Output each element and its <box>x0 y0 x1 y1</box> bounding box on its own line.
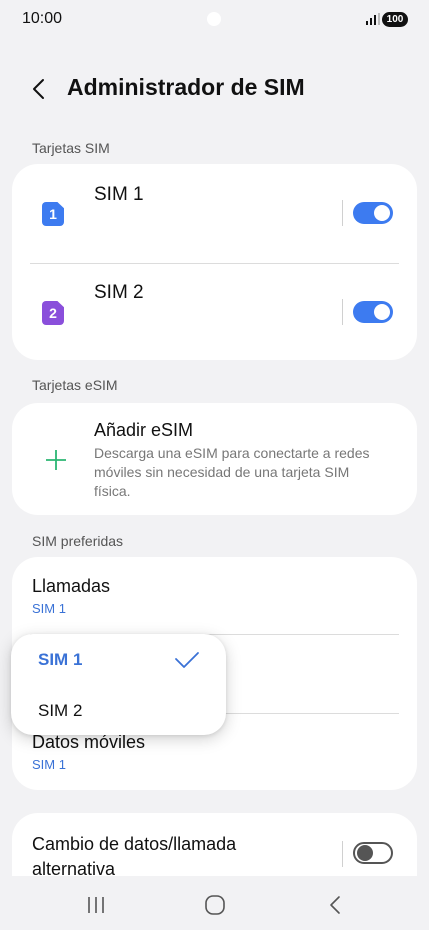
description-line: móviles sin necesidad de una tarjeta SIM <box>94 464 350 480</box>
status-bar: 10:00 100 <box>0 0 429 40</box>
status-time: 10:00 <box>22 10 63 27</box>
section-label-esim-cards: Tarjetas eSIM <box>32 377 118 393</box>
header: Administrador de SIM <box>0 66 429 110</box>
navigation-bar <box>0 876 429 930</box>
sim-select-popup: SIM 1 SIM 2 <box>11 634 226 735</box>
toggle-knob <box>357 845 373 861</box>
plus-icon <box>46 450 66 470</box>
alt-switch-card[interactable]: Cambio de datos/llamada alternativa <box>12 813 417 879</box>
toggle-knob <box>374 304 390 320</box>
toggle-knob <box>374 205 390 221</box>
sim-name: SIM 2 <box>94 282 144 303</box>
checkmark-icon <box>175 652 199 668</box>
signal-icon <box>366 13 380 25</box>
sim-row-2[interactable]: 2 SIM 2 <box>12 264 417 360</box>
sim-row-1[interactable]: 1 SIM 1 <box>12 164 417 263</box>
sim-name: SIM 1 <box>94 184 144 205</box>
add-esim-card[interactable]: Añadir eSIM Descarga una eSIM para conec… <box>12 403 417 515</box>
sim-1-toggle[interactable] <box>353 202 393 224</box>
section-label-sim-cards: Tarjetas SIM <box>32 140 110 156</box>
calls-row[interactable]: Llamadas SIM 1 <box>12 557 417 634</box>
sim-cards-card: 1 SIM 1 2 SIM 2 <box>12 164 417 360</box>
title-line: Cambio de datos/llamada <box>32 834 237 854</box>
alt-switch-title: Cambio de datos/llamada alternativa <box>32 832 236 882</box>
camera-cutout <box>207 12 221 26</box>
back-chevron-icon[interactable] <box>28 76 52 102</box>
calls-title: Llamadas <box>32 576 111 596</box>
popup-option-sim-2[interactable]: SIM 2 <box>38 701 82 721</box>
add-esim-description: Descarga una eSIM para conectarte a rede… <box>94 444 370 501</box>
add-esim-title: Añadir eSIM <box>94 420 194 440</box>
description-line: física. <box>94 483 131 499</box>
recents-icon[interactable] <box>86 896 106 914</box>
sim-2-toggle[interactable] <box>353 301 393 323</box>
section-label-preferred: SIM preferidas <box>32 533 124 549</box>
calls-value: SIM 1 <box>32 601 66 616</box>
popup-option-sim-1[interactable]: SIM 1 <box>38 650 82 670</box>
mobile-data-value: SIM 1 <box>32 757 66 772</box>
page-title: Administrador de SIM <box>67 74 305 100</box>
vertical-divider <box>342 299 343 325</box>
sim-card-icon: 2 <box>42 301 64 325</box>
battery-indicator: 100 <box>382 12 408 27</box>
alt-switch-toggle[interactable] <box>353 842 393 864</box>
description-line: Descarga una eSIM para conectarte a rede… <box>94 445 370 461</box>
mobile-data-title: Datos móviles <box>32 732 146 752</box>
nav-back-icon[interactable] <box>328 895 342 915</box>
home-icon[interactable] <box>205 895 225 915</box>
vertical-divider <box>342 200 343 226</box>
vertical-divider <box>342 841 343 867</box>
sim-card-icon: 1 <box>42 202 64 226</box>
